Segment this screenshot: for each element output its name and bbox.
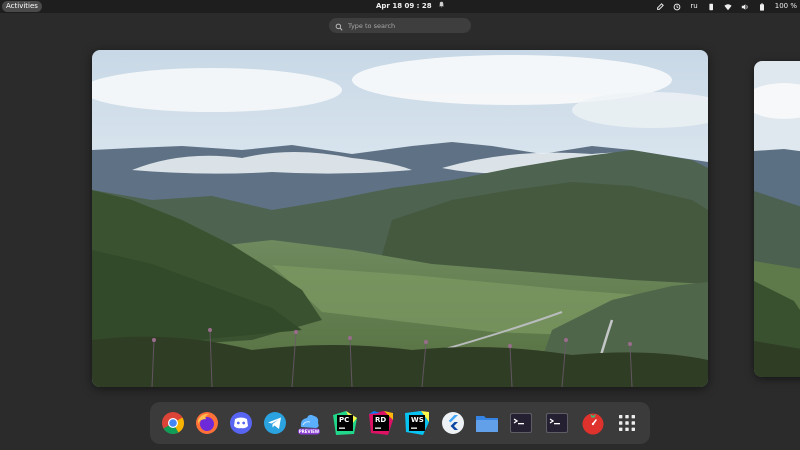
firefox-icon: [196, 412, 218, 434]
volume-icon[interactable]: [741, 3, 749, 11]
wifi-icon[interactable]: [724, 3, 732, 11]
top-bar: Activities Apr 18 09 : 28 ru 100 %: [0, 0, 800, 13]
phone-device-icon[interactable]: [707, 3, 715, 11]
landscape-image: [92, 50, 708, 387]
search-input[interactable]: [348, 21, 463, 30]
show-applications-button[interactable]: [614, 410, 640, 436]
dock-app-flutter[interactable]: [440, 410, 466, 436]
clock-button[interactable]: Apr 18 09 : 28: [376, 0, 445, 13]
dock-app-terminal[interactable]: [508, 410, 534, 436]
dock-app-terminal-2[interactable]: [544, 410, 570, 436]
pycharm-label: PC: [339, 416, 350, 424]
dock-app-chrome[interactable]: [160, 410, 186, 436]
folder-icon: [476, 416, 498, 432]
chrome-icon: [162, 412, 184, 434]
color-picker-icon[interactable]: [656, 2, 665, 11]
dock-app-telegram[interactable]: [262, 410, 288, 436]
discord-icon: [230, 412, 252, 434]
search-icon: [335, 16, 343, 35]
dock-app-pycharm[interactable]: PC: [332, 410, 358, 436]
dock-app-rider[interactable]: RD: [368, 410, 394, 436]
dock-app-discord[interactable]: [228, 410, 254, 436]
dash-dock: PREVIEW PC RD WS: [150, 402, 650, 444]
landscape-image-secondary: [754, 61, 800, 377]
battery-percentage: 100 %: [774, 2, 797, 10]
keyboard-layout-indicator[interactable]: ru: [690, 0, 697, 13]
webstorm-label: WS: [411, 416, 424, 424]
system-tray[interactable]: ru 100 %: [656, 0, 797, 13]
preview-badge: PREVIEW: [298, 429, 320, 434]
window-thumbnail-secondary[interactable]: [754, 61, 800, 377]
clock-text: Apr 18 09 : 28: [376, 2, 432, 10]
dock-app-preview[interactable]: PREVIEW: [296, 410, 322, 436]
app-grid-icon: [619, 415, 635, 431]
battery-icon[interactable]: [758, 2, 766, 11]
search-bar[interactable]: [329, 18, 471, 33]
terminal-icon: [510, 413, 532, 433]
dock-app-files[interactable]: [474, 410, 500, 436]
dock-app-tomato[interactable]: [580, 410, 606, 436]
tomato-timer-icon: [582, 413, 604, 435]
dock-app-webstorm[interactable]: WS: [404, 410, 430, 436]
notification-bell-icon: [438, 0, 445, 13]
rider-label: RD: [375, 416, 387, 424]
activities-button[interactable]: Activities: [2, 1, 42, 12]
power-saver-icon[interactable]: [673, 3, 681, 11]
flutter-icon: [442, 412, 464, 434]
dock-app-firefox[interactable]: [194, 410, 220, 436]
window-thumbnail-main[interactable]: [92, 50, 708, 387]
telegram-icon: [264, 412, 286, 434]
terminal-icon: [546, 413, 568, 433]
